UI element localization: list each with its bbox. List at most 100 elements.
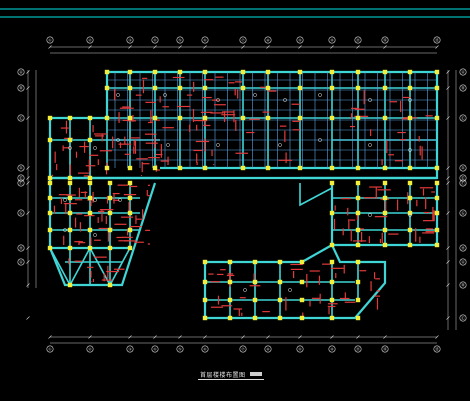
drawing-title: 首层楼楼布置图 [200,371,246,379]
column [127,180,133,186]
column [265,115,271,121]
column [127,195,133,201]
column [434,165,440,171]
column [87,195,93,201]
axis-bubbles-top: ① ② ③ ④ ⑤ ⑥ ⑦ ⑧ ⑨ ⑩ ⑪ ⑫ ⑬ [46,36,441,44]
column [177,165,183,171]
column [67,137,73,143]
column [87,180,93,186]
column [67,175,73,181]
column [329,297,335,303]
slab-symbol [368,213,372,217]
column [382,85,388,91]
column [355,69,361,75]
slab-symbol [93,146,97,150]
column [329,210,335,216]
column [202,315,208,321]
column [87,175,93,181]
column [277,259,283,265]
column [407,85,413,91]
column [87,210,93,216]
column [177,115,183,121]
column [382,115,388,121]
axis-label: ⑪ [356,38,360,43]
column [227,259,233,265]
axis-label: Ⓑ [461,283,465,288]
column [355,85,361,91]
column [407,115,413,121]
column [67,282,73,288]
wall-segment [49,247,71,286]
axis-label: ⑤ [178,347,182,352]
axis-label: ⑩ [330,38,334,43]
slab-symbol [93,198,97,202]
axis-label: ③ [128,38,132,43]
column [382,165,388,171]
dim-tick [26,316,30,320]
axis-label: ② [88,38,92,43]
axis-bubbles-left: ⒶⒷⒸⒹⒺⒻⒼⒽⒶ [17,68,25,266]
column [107,195,113,201]
axis-bubbles-bottom: ① ② ③ ④ ⑤ ⑥ ⑦ ⑧ ⑨ ⑩ ⑪ ⑫ ⑬ [46,345,441,353]
column [107,282,113,288]
axis-label: Ⓐ [461,260,465,265]
column [67,115,73,121]
column [104,69,110,75]
slab-symbol [243,288,247,292]
title-underline [198,379,264,380]
axis-label: ⑪ [356,347,360,352]
axis-label: ⑫ [383,347,387,352]
column [152,69,158,75]
column [104,115,110,121]
column [152,115,158,121]
column [355,165,361,171]
column [329,259,335,265]
column [329,279,335,285]
column [127,227,133,233]
column [329,115,335,121]
column [265,69,271,75]
column [434,180,440,186]
axis-label: Ⓖ [461,211,465,216]
column [252,259,258,265]
slab-symbol [253,93,257,97]
column [434,69,440,75]
column [329,165,335,171]
slab-symbol [116,93,120,97]
column [277,315,283,321]
axis-label: Ⓒ [461,116,465,121]
axis-label: ⑧ [266,38,270,43]
slab-symbol [318,93,322,97]
axis-label: ⑨ [298,347,302,352]
axis-label: ④ [153,347,157,352]
column [355,315,361,321]
column [47,227,53,233]
axis-label: ⑥ [203,38,207,43]
column [382,195,388,201]
column [202,115,208,121]
slab-symbol [288,288,292,292]
drawing-title-block: 首层楼楼布置图 [200,369,262,379]
column [355,297,361,303]
column [127,115,133,121]
axis-label: Ⓐ [461,70,465,75]
column [355,227,361,233]
column [67,180,73,186]
column [177,69,183,75]
axis-label: ⑫ [383,38,387,43]
column [277,279,283,285]
column [434,85,440,91]
column [329,69,335,75]
axis-label: ⑦ [241,347,245,352]
axis-label: Ⓓ [461,166,465,171]
axis-label: ⑦ [241,38,245,43]
column [382,180,388,186]
column [329,180,335,186]
axis-label: Ⓒ [461,316,465,321]
column [329,242,335,248]
column [127,69,133,75]
column [67,210,73,216]
column [67,195,73,201]
column [407,242,413,248]
axis-label: ⑧ [266,347,270,352]
